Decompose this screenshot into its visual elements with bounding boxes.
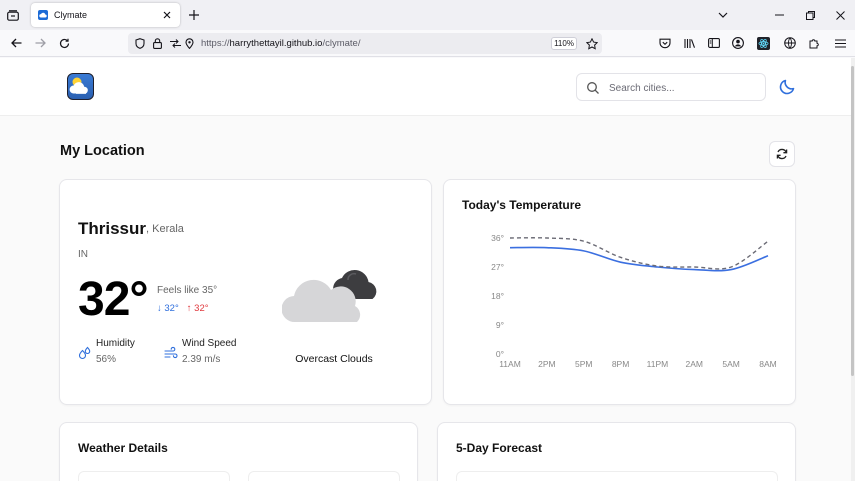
tab-list-icon[interactable] [4, 6, 22, 24]
forecast-title: 5-Day Forecast [456, 441, 543, 455]
country-code: IN [78, 249, 88, 260]
forecast-list [456, 471, 778, 481]
min-temperature: ↓ 32° [157, 303, 179, 314]
humidity-label: Humidity [96, 338, 135, 349]
moon-icon [779, 79, 795, 95]
permissions-icon[interactable] [169, 37, 182, 50]
x-tick-label: 8PM [612, 359, 629, 369]
temperature-line-chart: 0° 9° 18° 27° 36° 11AM 2PM 5PM 8PM 11PM 2AM 5AM 8AM [491, 233, 777, 369]
wind-speed-label: Wind Speed [182, 338, 237, 349]
app-header [0, 58, 851, 116]
weather-condition: Overcast Clouds [295, 353, 373, 365]
url-prefix: https:// [201, 38, 230, 49]
y-tick-label: 27° [491, 262, 504, 272]
library-icon[interactable] [682, 35, 698, 51]
pocket-icon[interactable] [657, 35, 673, 51]
y-tick-label: 9° [496, 320, 504, 330]
x-tick-label: 11AM [499, 359, 521, 369]
reload-icon[interactable] [56, 35, 72, 51]
tab-title: Clymate [54, 10, 88, 20]
x-tick-label: 2AM [686, 359, 703, 369]
y-tick-label: 0° [496, 349, 504, 359]
weather-details-title: Weather Details [78, 441, 168, 455]
city-name: Thrissur [78, 219, 147, 238]
restore-icon[interactable] [802, 7, 818, 23]
url-bar[interactable]: https://harrythettayil.github.io/clymate… [128, 33, 602, 54]
dark-mode-toggle-button[interactable] [777, 77, 797, 97]
list-all-tabs-icon[interactable] [715, 7, 731, 23]
back-icon[interactable] [8, 35, 24, 51]
location-pin-icon[interactable] [183, 37, 196, 50]
x-tick-label: 2PM [538, 359, 555, 369]
forecast-card: 5-Day Forecast [437, 422, 796, 481]
min-max-temperature: ↓ 32° ↑ 32° [157, 303, 209, 314]
city-search-box[interactable] [576, 73, 766, 101]
max-temperature: ↑ 32° [186, 303, 209, 314]
forward-icon[interactable] [32, 35, 48, 51]
overcast-clouds-icon [282, 270, 377, 323]
browser-tab-bar: Clymate [0, 0, 855, 30]
menu-hamburger-icon[interactable] [832, 35, 848, 51]
minimize-icon[interactable] [771, 7, 787, 23]
current-temperature: 32° [78, 273, 149, 326]
city-search-input[interactable] [609, 80, 759, 96]
section-title: My Location [60, 143, 145, 159]
account-icon[interactable] [730, 35, 746, 51]
x-tick-label: 11PM [647, 359, 669, 369]
url-path: /clymate/ [322, 38, 361, 49]
extension-react-icon[interactable] [755, 35, 771, 51]
translate-globe-icon[interactable] [782, 35, 798, 51]
refresh-icon [776, 148, 788, 160]
weather-details-card: Weather Details [59, 422, 418, 481]
y-tick-label: 36° [491, 233, 504, 243]
humidity-droplets-icon [78, 346, 91, 360]
sidebar-icon[interactable] [706, 35, 722, 51]
x-tick-label: 8AM [759, 359, 776, 369]
wind-icon [164, 346, 178, 359]
detail-tile [248, 471, 400, 481]
url-text: https://harrythettayil.github.io/clymate… [201, 38, 360, 49]
refresh-button[interactable] [769, 141, 795, 167]
clymate-favicon-icon [38, 10, 48, 20]
region-name: , Kerala [146, 223, 184, 235]
detail-tile [78, 471, 230, 481]
url-host: harrythettayil.github.io [229, 38, 323, 49]
current-weather-card: Thrissur , Kerala IN 32° Feels like 35° … [59, 179, 432, 405]
x-tick-label: 5AM [722, 359, 739, 369]
close-tab-icon[interactable] [160, 8, 174, 22]
close-window-icon[interactable] [832, 7, 848, 23]
shield-icon[interactable] [133, 37, 146, 50]
new-tab-icon[interactable] [186, 7, 202, 23]
bookmark-star-icon[interactable] [585, 37, 598, 50]
browser-nav-bar: https://harrythettayil.github.io/clymate… [0, 30, 855, 57]
clymate-logo-icon[interactable] [67, 73, 94, 100]
temperature-chart-card: Today's Temperature 0° 9° 18° 27° 36° 11AM 2PM… [443, 179, 796, 405]
wind-speed-value: 2.39 m/s [182, 354, 221, 365]
lock-icon[interactable] [151, 37, 164, 50]
zoom-level-button[interactable]: 110% [551, 37, 577, 50]
scrollbar-thumb[interactable] [851, 66, 854, 376]
extensions-puzzle-icon[interactable] [807, 35, 823, 51]
browser-tab[interactable]: Clymate [31, 3, 180, 27]
search-icon [587, 82, 599, 94]
humidity-value: 56% [96, 354, 117, 365]
y-tick-label: 18° [491, 291, 504, 301]
page-scrollbar[interactable] [851, 58, 855, 481]
page: My Location Thrissur , Kerala IN 32° Fee… [0, 58, 855, 481]
x-tick-label: 5PM [575, 359, 592, 369]
feels-like-text: Feels like 35° [157, 285, 218, 296]
